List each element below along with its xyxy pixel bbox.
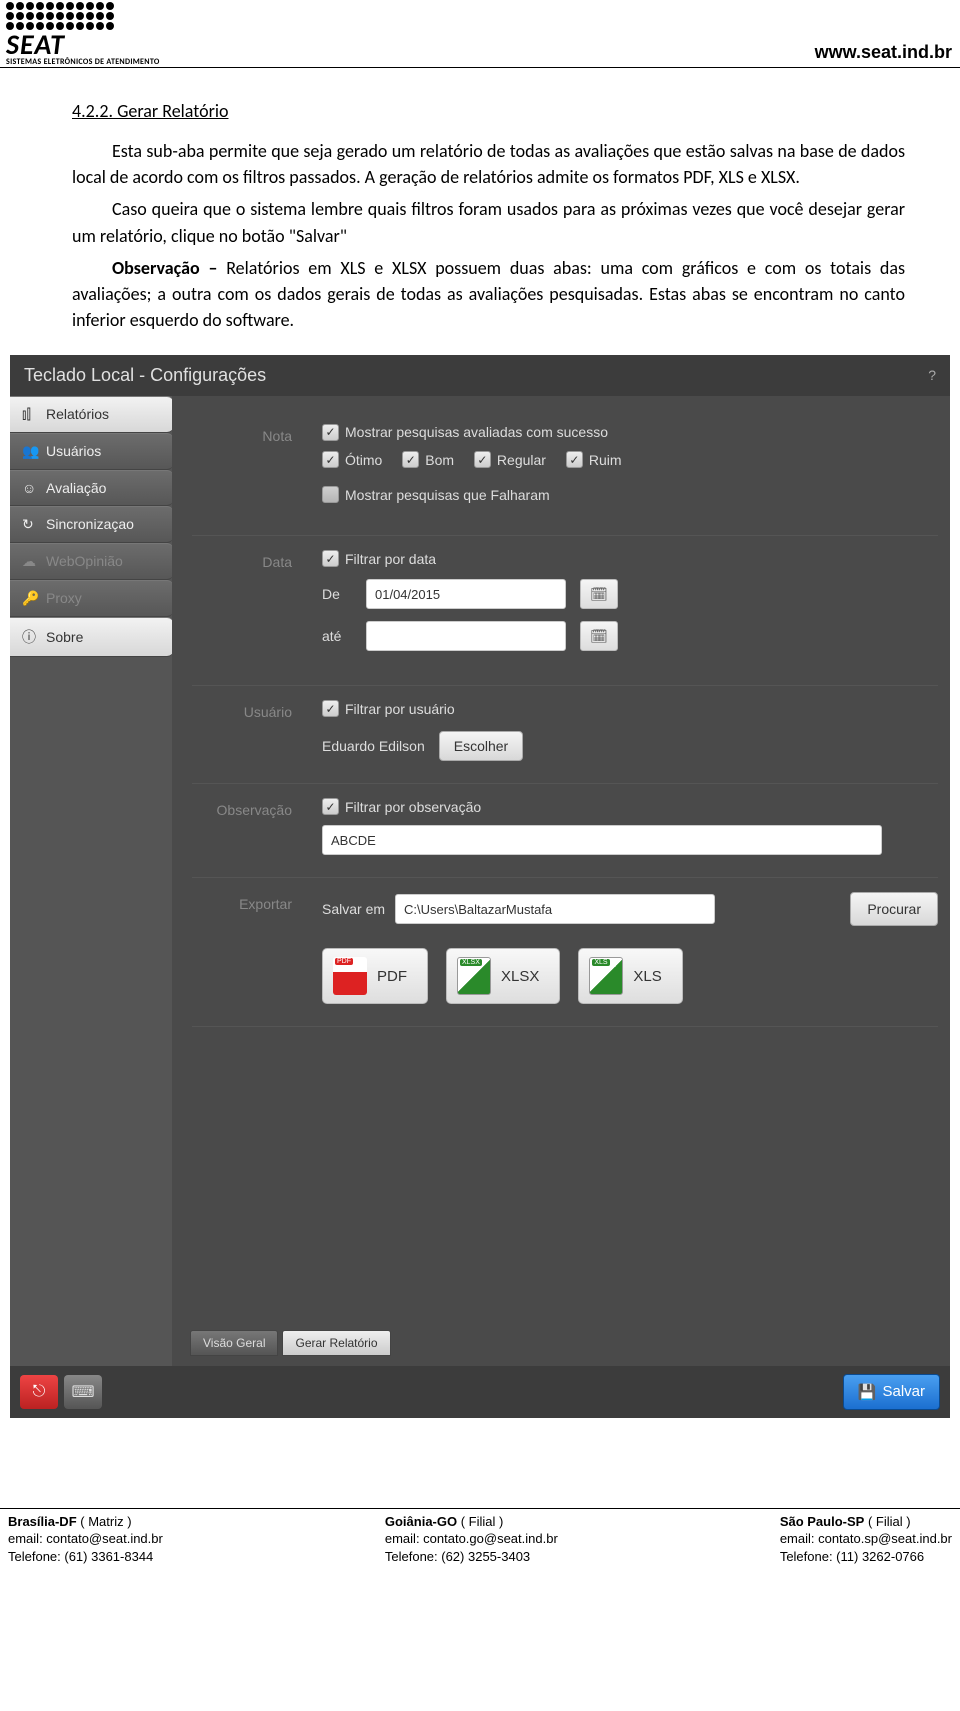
section-heading: 4.2.2. Gerar Relatório [72, 98, 905, 124]
pdf-icon [333, 957, 367, 995]
label-de: De [322, 586, 352, 602]
paragraph-2: Caso queira que o sistema lembre quais f… [72, 196, 905, 248]
section-data: Data ✓Filtrar por data De 🗓 até 🗓 [192, 536, 938, 686]
export-pdf-button[interactable]: PDF [322, 948, 428, 1004]
selected-user-name: Eduardo Edilson [322, 738, 425, 754]
label-observacao: Observação [192, 798, 292, 855]
logo-text: SEAT [6, 32, 160, 57]
paragraph-observacao: Observação – Relatórios em XLS e XLSX po… [72, 255, 905, 333]
footer-col-1: Brasília-DF ( Matriz ) email: contato@se… [8, 1513, 163, 1566]
save-icon: 💾 [858, 1383, 877, 1401]
chart-icon: ⫾⫿ [22, 406, 38, 423]
label-salvar-em: Salvar em [322, 901, 385, 917]
calendar-ate-button[interactable]: 🗓 [580, 621, 618, 651]
tab-visao-geral[interactable]: Visão Geral [190, 1330, 278, 1356]
main-panel: Nota ✓ Mostrar pesquisas avaliadas com su… [172, 396, 950, 1366]
logo-dots [6, 2, 160, 30]
document-body: 4.2.2. Gerar Relatório Esta sub-aba perm… [0, 68, 960, 343]
smile-icon: ☺ [22, 480, 38, 496]
label-ate: até [322, 628, 352, 644]
label-data: Data [192, 550, 292, 663]
section-usuario: Usuário ✓Filtrar por usuário Eduardo Edi… [192, 686, 938, 784]
checkbox-filtrar-usuario[interactable]: ✓ [322, 700, 339, 717]
app-titlebar: Teclado Local - Configurações ? [10, 355, 950, 396]
escolher-button[interactable]: Escolher [439, 731, 523, 761]
app-window: Teclado Local - Configurações ? ⫾⫿Relató… [10, 355, 950, 1418]
footer-col-2: Goiânia-GO ( Filial ) email: contato.go@… [385, 1513, 558, 1566]
calendar-de-button[interactable]: 🗓 [580, 579, 618, 609]
label-exportar: Exportar [192, 892, 292, 1004]
section-nota: Nota ✓ Mostrar pesquisas avaliadas com su… [192, 410, 938, 537]
input-data-de[interactable] [366, 579, 566, 609]
sidebar-item-usuarios[interactable]: 👥Usuários [10, 433, 173, 470]
export-xlsx-button[interactable]: XLSX [446, 948, 560, 1004]
page-footer: Brasília-DF ( Matriz ) email: contato@se… [0, 1508, 960, 1574]
info-icon: ⓘ [22, 627, 38, 647]
checkbox-sucesso-label: Mostrar pesquisas avaliadas com sucesso [345, 424, 608, 440]
label-nota: Nota [192, 424, 292, 514]
checkbox-sucesso[interactable]: ✓ [322, 424, 339, 441]
section-observacao: Observação ✓Filtrar por observação [192, 784, 938, 878]
sidebar-item-relatorios[interactable]: ⫾⫿Relatórios [10, 396, 173, 433]
input-observacao[interactable] [322, 825, 882, 855]
checkbox-filtrar-observacao[interactable]: ✓ [322, 798, 339, 815]
logo-subtitle: SISTEMAS ELETRÔNICOS DE ATENDIMENTO [6, 57, 160, 67]
exit-button[interactable]: ⎋ [20, 1375, 58, 1409]
checkbox-bom[interactable]: ✓ [402, 451, 419, 468]
sync-icon: ↻ [22, 516, 38, 533]
footer-col-3: São Paulo-SP ( Filial ) email: contato.s… [780, 1513, 952, 1566]
cloud-icon: ☁ [22, 553, 38, 570]
sidebar-item-proxy[interactable]: 🔑Proxy [10, 580, 173, 617]
key-icon: 🔑 [22, 590, 38, 607]
bottom-tabs: Visão Geral Gerar Relatório [190, 1330, 391, 1356]
keyboard-button[interactable]: ⌨ [64, 1375, 102, 1409]
input-export-path[interactable] [395, 894, 715, 924]
salvar-button[interactable]: 💾Salvar [843, 1374, 940, 1410]
logo: SEAT SISTEMAS ELETRÔNICOS DE ATENDIMENTO [6, 2, 160, 67]
section-exportar: Exportar Salvar em Procurar PDF XLSX XLS [192, 878, 938, 1027]
users-icon: 👥 [22, 443, 38, 460]
checkbox-falharam[interactable]: ✓ [322, 486, 339, 503]
bottom-bar: ⎋ ⌨ 💾Salvar [10, 1366, 950, 1418]
sidebar-item-sobre[interactable]: ⓘSobre [10, 617, 173, 657]
sidebar-item-avaliacao[interactable]: ☺Avaliação [10, 470, 173, 506]
procurar-button[interactable]: Procurar [850, 892, 938, 926]
sidebar-item-webopiniao[interactable]: ☁WebOpinião [10, 543, 173, 580]
checkbox-falharam-label: Mostrar pesquisas que Falharam [345, 487, 550, 503]
tab-gerar-relatorio[interactable]: Gerar Relatório [282, 1330, 390, 1356]
export-xls-button[interactable]: XLS [578, 948, 682, 1004]
checkbox-regular[interactable]: ✓ [474, 451, 491, 468]
paragraph-1: Esta sub-aba permite que seja gerado um … [72, 138, 905, 190]
sidebar-item-sincronizacao[interactable]: ↻Sincronizaçao [10, 506, 173, 543]
help-icon[interactable]: ? [928, 367, 936, 383]
page-header: SEAT SISTEMAS ELETRÔNICOS DE ATENDIMENTO… [0, 0, 960, 68]
checkbox-otimo[interactable]: ✓ [322, 451, 339, 468]
xls-icon [589, 957, 623, 995]
checkbox-filtrar-data[interactable]: ✓ [322, 550, 339, 567]
site-url: www.seat.ind.br [815, 42, 952, 67]
checkbox-ruim[interactable]: ✓ [566, 451, 583, 468]
label-usuario: Usuário [192, 700, 292, 761]
sidebar: ⫾⫿Relatórios 👥Usuários ☺Avaliação ↻Sincr… [10, 396, 172, 1366]
app-title: Teclado Local - Configurações [24, 365, 266, 386]
input-data-ate[interactable] [366, 621, 566, 651]
xlsx-icon [457, 957, 491, 995]
